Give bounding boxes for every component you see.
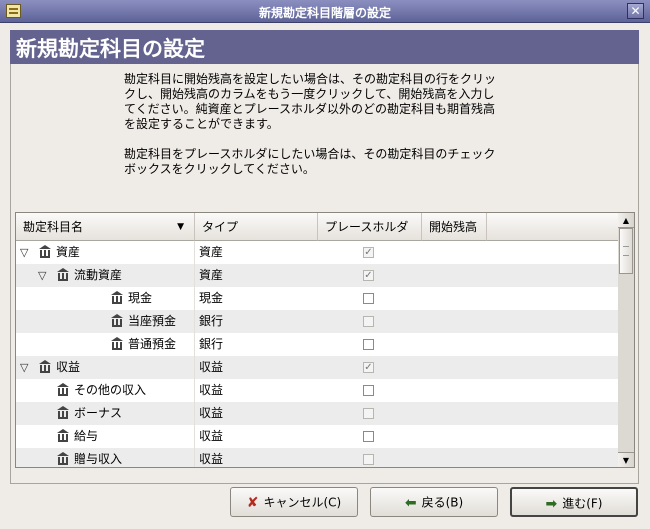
column-header-name-label: 勘定科目名 xyxy=(23,220,84,234)
account-type: 収益 xyxy=(199,360,224,374)
account-bank-icon xyxy=(110,337,125,350)
placeholder-checkbox[interactable] xyxy=(363,293,374,304)
account-name: 給与 xyxy=(74,429,99,443)
sort-descending-icon: ▼ xyxy=(177,222,184,232)
expander-triangle-icon[interactable]: ▽ xyxy=(38,264,46,287)
account-bank-icon xyxy=(56,429,71,442)
account-type: 収益 xyxy=(199,429,224,443)
account-name: 普通預金 xyxy=(128,337,177,351)
placeholder-checkbox[interactable] xyxy=(363,339,374,350)
placeholder-checkbox[interactable] xyxy=(363,431,374,442)
instructions: 勘定科目に開始残高を設定したい場合は、その勘定科目の行をクリッ クし、開始残高の… xyxy=(124,72,564,192)
account-name: 収益 xyxy=(56,360,81,374)
back-button[interactable]: ⬅ 戻る(B) xyxy=(370,487,498,517)
account-type: 資産 xyxy=(199,245,224,259)
account-bank-icon xyxy=(38,245,53,258)
account-bank-icon xyxy=(56,452,71,465)
account-name: その他の収入 xyxy=(74,383,147,397)
column-header-filler xyxy=(487,213,634,241)
tree-row[interactable]: 普通預金 銀行 xyxy=(16,333,619,356)
arrow-right-icon: ➡ xyxy=(545,495,558,512)
account-bank-icon xyxy=(38,360,53,373)
expander-triangle-icon[interactable]: ▽ xyxy=(20,356,28,379)
scroll-down-arrow-icon[interactable]: ▼ xyxy=(618,452,634,467)
account-bank-icon xyxy=(56,268,71,281)
tree-row[interactable]: その他の収入 収益 xyxy=(16,379,619,402)
tree-row[interactable]: 給与 収益 xyxy=(16,425,619,448)
account-type: 銀行 xyxy=(199,337,224,351)
account-bank-icon xyxy=(110,291,125,304)
placeholder-checkbox[interactable] xyxy=(363,385,374,396)
instruction-paragraph-2: 勘定科目をプレースホルダにしたい場合は、その勘定科目のチェック ボックスをクリッ… xyxy=(124,147,496,176)
account-type: 現金 xyxy=(199,291,224,305)
window-title: 新規勘定科目階層の設定 xyxy=(258,6,391,20)
column-header-name[interactable]: 勘定科目名 ▼ xyxy=(16,213,195,241)
account-type: 収益 xyxy=(199,406,224,420)
placeholder-checkbox xyxy=(363,408,374,419)
account-type: 収益 xyxy=(199,383,224,397)
column-header-placeholder[interactable]: プレースホルダ xyxy=(318,213,422,241)
account-name: 現金 xyxy=(128,291,153,305)
x-icon: ✘ xyxy=(246,494,259,511)
placeholder-checkbox: ✓ xyxy=(363,362,374,373)
tree-row[interactable]: ▽ 流動資産 資産 ✓ xyxy=(16,264,619,287)
tree-row[interactable]: 当座預金 銀行 xyxy=(16,310,619,333)
page-heading: 新規勘定科目の設定 xyxy=(16,37,205,61)
account-type: 資産 xyxy=(199,268,224,282)
header-banner: 新規勘定科目の設定 xyxy=(10,30,639,64)
tree-row[interactable]: ボーナス 収益 xyxy=(16,402,619,425)
scroll-thumb[interactable] xyxy=(619,228,633,274)
scroll-up-arrow-icon[interactable]: ▲ xyxy=(618,213,634,228)
account-name: 流動資産 xyxy=(74,268,123,282)
arrow-left-icon: ⬅ xyxy=(404,494,417,511)
account-name: 贈与収入 xyxy=(74,452,123,466)
account-name: 資産 xyxy=(56,245,81,259)
account-bank-icon xyxy=(56,406,71,419)
close-button[interactable]: ✕ xyxy=(627,3,644,19)
forward-button[interactable]: ➡ 進む(F) xyxy=(510,487,638,517)
account-bank-icon xyxy=(110,314,125,327)
placeholder-checkbox: ✓ xyxy=(363,247,374,258)
account-tree: 勘定科目名 ▼ タイプ プレースホルダ 開始残高 ▽ 資産 資産 ✓ ▽ 流動資産 資産 ✓ 現… xyxy=(15,212,635,468)
cancel-button-label: キャンセル(C) xyxy=(263,495,342,510)
expander-triangle-icon[interactable]: ▽ xyxy=(20,241,28,264)
column-header-type[interactable]: タイプ xyxy=(195,213,318,241)
instruction-paragraph-1: 勘定科目に開始残高を設定したい場合は、その勘定科目の行をクリッ クし、開始残高の… xyxy=(124,72,497,131)
tree-row[interactable]: ▽ 資産 資産 ✓ xyxy=(16,241,619,264)
placeholder-checkbox xyxy=(363,454,374,465)
title-bar: 新規勘定科目階層の設定 ✕ xyxy=(0,0,650,23)
tree-row[interactable]: 現金 現金 xyxy=(16,287,619,310)
tree-row[interactable]: 贈与収入 収益 xyxy=(16,448,619,467)
back-button-label: 戻る(B) xyxy=(421,495,464,510)
column-header-opening-balance[interactable]: 開始残高 xyxy=(422,213,487,241)
account-bank-icon xyxy=(56,383,71,396)
placeholder-checkbox: ✓ xyxy=(363,270,374,281)
account-type: 収益 xyxy=(199,452,224,466)
cancel-button[interactable]: ✘ キャンセル(C) xyxy=(230,487,358,517)
placeholder-checkbox xyxy=(363,316,374,327)
account-name: 当座預金 xyxy=(128,314,177,328)
tree-row[interactable]: ▽ 収益 収益 ✓ xyxy=(16,356,619,379)
account-type: 銀行 xyxy=(199,314,224,328)
vertical-scrollbar[interactable]: ▲ ▼ xyxy=(618,212,635,468)
account-name: ボーナス xyxy=(74,406,123,420)
forward-button-label: 進む(F) xyxy=(562,496,603,511)
column-separator xyxy=(194,241,195,467)
